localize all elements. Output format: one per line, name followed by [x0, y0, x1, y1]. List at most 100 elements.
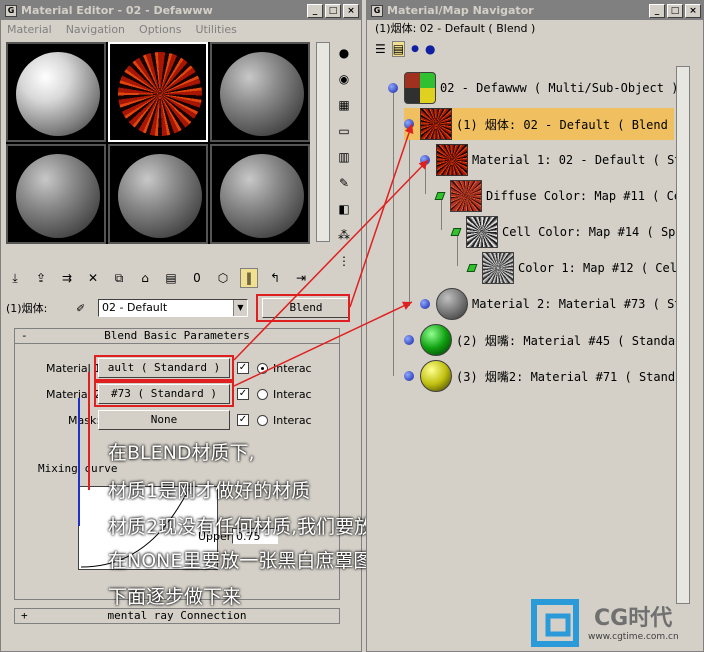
logo-url: www.cgtime.com.cn	[588, 632, 679, 642]
menu-utilities[interactable]: Utilities	[195, 23, 236, 36]
menu-bar: Material Navigation Options Utilities	[1, 20, 361, 38]
tree-node-label: Color 1: Map #12 ( Cel	[518, 261, 677, 275]
make-unique-icon[interactable]: ⌂	[136, 268, 154, 288]
sample-sphere	[16, 52, 100, 136]
uv-tiling-icon[interactable]: ▭	[334, 120, 354, 142]
menu-navigation[interactable]: Navigation	[66, 23, 125, 36]
show-end-result-icon[interactable]: ‖	[240, 268, 258, 288]
tree-node[interactable]: Material 1: 02 - Default ( St	[420, 144, 682, 176]
mental-ray-rollout-header[interactable]: + mental ray Connection	[14, 608, 340, 624]
highlight-type-button	[256, 294, 350, 322]
expand-sign: +	[21, 609, 28, 622]
background-icon[interactable]: ▦	[334, 94, 354, 116]
assign-material-icon[interactable]: ⇉	[58, 268, 76, 288]
material-node-icon	[404, 371, 414, 381]
put-to-library-icon[interactable]: ▤	[162, 268, 180, 288]
map-thumbnail	[450, 180, 482, 212]
show-map-in-viewport-icon[interactable]: ⬡	[214, 268, 232, 288]
tree-node-label: 02 - Defawww ( Multi/Sub-Object )	[440, 81, 679, 95]
go-forward-to-sibling-icon[interactable]: ⇥	[292, 268, 310, 288]
material2-interactive-label: Interac	[273, 388, 312, 401]
reset-icon[interactable]: ✕	[84, 268, 102, 288]
put-to-scene-icon[interactable]: ⇪	[32, 268, 50, 288]
sample-slot[interactable]	[6, 144, 106, 244]
material-map-navigator-icon[interactable]: ⋮	[334, 250, 354, 272]
annotation-line-4: 在NONE里要放一张黑白庶罩图,	[108, 550, 379, 572]
tree-node-label: (1) 烟体: 02 - Default ( Blend	[456, 117, 668, 132]
logo-brand: CG时代	[594, 606, 673, 631]
menu-options[interactable]: Options	[139, 23, 181, 36]
maximize-button[interactable]: □	[325, 3, 341, 18]
pick-material-icon[interactable]: ✐	[76, 302, 92, 315]
view-list-icon[interactable]: ☰	[375, 42, 386, 56]
tree-node[interactable]: Material 2: Material #73 ( St	[420, 288, 682, 320]
annotation-line-1: 在BLEND材质下,	[108, 442, 255, 464]
mask-interactive-radio[interactable]	[257, 415, 268, 426]
app-icon: G	[371, 4, 383, 17]
slots-scrollbar[interactable]	[316, 42, 330, 242]
sample-slot[interactable]	[210, 144, 310, 244]
close-button[interactable]: ×	[685, 3, 701, 18]
sample-slot[interactable]	[210, 42, 310, 142]
material-node-icon	[404, 335, 414, 345]
multi-sub-thumbnail	[404, 72, 436, 104]
tree-node-root[interactable]: 02 - Defawww ( Multi/Sub-Object )	[388, 72, 678, 104]
sample-slot[interactable]	[6, 42, 106, 142]
sample-sphere	[16, 154, 100, 238]
material-name-dropdown[interactable]: 02 - Default ▼	[98, 299, 248, 317]
view-large-icons-icon[interactable]: ●	[425, 42, 435, 56]
material-toolbar: ⤓ ⇪ ⇉ ✕ ⧉ ⌂ ▤ 0 ⬡ ‖ ↰ ⇥	[6, 268, 310, 288]
close-button[interactable]: ×	[343, 3, 359, 18]
material-node-icon	[404, 119, 414, 129]
tree-node[interactable]: Color 1: Map #12 ( Cel	[466, 252, 677, 284]
map-node-icon	[434, 192, 446, 200]
get-material-icon[interactable]: ⤓	[6, 268, 24, 288]
tree-node[interactable]: Diffuse Color: Map #11 ( Ce	[434, 180, 681, 212]
mask-enable-checkbox[interactable]: ✓	[237, 414, 249, 426]
material-thumbnail	[436, 288, 468, 320]
options-icon[interactable]: ◧	[334, 198, 354, 220]
menu-material[interactable]: Material	[7, 23, 52, 36]
video-color-check-icon[interactable]: ▥	[334, 146, 354, 168]
material1-interactive-radio[interactable]	[257, 363, 268, 374]
navigator-titlebar: G Material/Map Navigator _ □ ×	[367, 1, 703, 20]
tree-node-label: (2) 烟嘴: Material #45 ( Standa	[456, 333, 676, 348]
backlight-icon[interactable]: ◉	[334, 68, 354, 90]
material2-label: Material 2	[46, 388, 102, 401]
material1-interactive-label: Interac	[273, 362, 312, 375]
sample-slot-active[interactable]	[108, 42, 208, 142]
sample-slot[interactable]	[108, 144, 208, 244]
material1-enable-checkbox[interactable]: ✓	[237, 362, 249, 374]
tree-node[interactable]: Cell Color: Map #14 ( Sp	[450, 216, 675, 248]
tree-node-selected[interactable]: (1) 烟体: 02 - Default ( Blend	[404, 108, 674, 140]
material2-interactive-radio[interactable]	[257, 389, 268, 400]
mask-label: Mask:	[68, 414, 101, 427]
view-small-icons-icon[interactable]: ●	[411, 44, 419, 54]
make-preview-icon[interactable]: ✎	[334, 172, 354, 194]
tree-node[interactable]: (2) 烟嘴: Material #45 ( Standa	[404, 324, 675, 356]
navigator-title: Material/Map Navigator	[387, 4, 534, 17]
app-icon: G	[5, 4, 17, 17]
maximize-button[interactable]: □	[667, 3, 683, 18]
tree-node-label: Material 2: Material #73 ( St	[472, 297, 682, 311]
material2-enable-checkbox[interactable]: ✓	[237, 388, 249, 400]
tree-node[interactable]: (3) 烟嘴2: Material #71 ( Stand	[404, 360, 675, 392]
cgtime-logo-mark	[531, 599, 579, 647]
navigator-scrollbar[interactable]	[676, 66, 690, 604]
material-node-icon	[388, 83, 398, 93]
bracket-line	[78, 398, 80, 526]
map-node-icon	[466, 264, 478, 272]
view-list-icons-icon[interactable]: ▤	[391, 41, 406, 57]
copy-material-icon[interactable]: ⧉	[110, 268, 128, 288]
go-to-parent-icon[interactable]: ↰	[266, 268, 284, 288]
minimize-button[interactable]: _	[307, 3, 323, 18]
material-thumbnail	[436, 144, 468, 176]
sample-type-icon[interactable]: ●	[334, 42, 354, 64]
material-node-icon	[420, 299, 430, 309]
material-effects-channel-icon[interactable]: 0	[188, 268, 206, 288]
minimize-button[interactable]: _	[649, 3, 665, 18]
select-by-material-icon[interactable]: ⁂	[334, 224, 354, 246]
tree-line	[393, 90, 394, 376]
material1-label: Material 1	[46, 362, 102, 375]
mask-button[interactable]: None	[98, 410, 230, 430]
